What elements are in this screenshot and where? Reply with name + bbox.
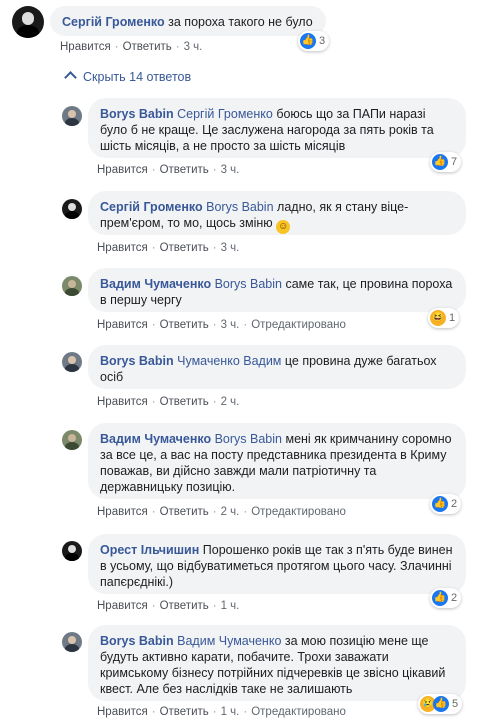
like-button[interactable]: Нравится	[97, 506, 148, 518]
smile-emoji-icon: ☺	[276, 220, 291, 234]
reply-button[interactable]: Ответить	[160, 242, 209, 254]
reply-button[interactable]: Ответить	[160, 600, 209, 612]
comment-author[interactable]: Вадим Чумаченко	[100, 432, 211, 446]
comment-actions: Нравится · Ответить · 1 ч. · Отредактировано	[97, 706, 346, 718]
reaction-count[interactable]: 👍 7	[430, 152, 462, 172]
like-button[interactable]: Нравится	[97, 706, 148, 718]
comment-bubble: Вадим Чумаченко Borys Babin мені як крим…	[88, 423, 466, 499]
comment-author[interactable]: Borys Babin	[100, 354, 174, 368]
reply-button[interactable]: Ответить	[160, 396, 209, 408]
comment-time[interactable]: 3 ч.	[221, 319, 240, 331]
like-button[interactable]: Нравится	[97, 164, 148, 176]
comment-actions: Нравится · Ответить · 3 ч.	[60, 41, 203, 53]
comment-time[interactable]: 1 ч.	[221, 706, 240, 718]
avatar[interactable]	[12, 6, 44, 38]
comment-mention[interactable]: Сергій Громенко	[177, 107, 273, 121]
comment-time[interactable]: 2 ч.	[221, 506, 240, 518]
comment-bubble: Сергій Громенко Borys Babin ладно, як я …	[88, 191, 466, 235]
comment-author[interactable]: Borys Babin	[100, 634, 174, 648]
like-button[interactable]: Нравится	[60, 41, 111, 53]
comment-bubble: Вадим Чумаченко Borys Babin саме так, це…	[88, 268, 466, 312]
edited-label[interactable]: Отредактировано	[251, 506, 346, 518]
comment-time[interactable]: 2 ч.	[221, 396, 240, 408]
avatar[interactable]	[62, 352, 82, 372]
comment-mention[interactable]: Чумаченко Вадим	[177, 354, 281, 368]
comment-time[interactable]: 3 ч.	[184, 41, 203, 53]
avatar[interactable]	[62, 430, 82, 450]
comment-author[interactable]: Borys Babin	[100, 107, 174, 121]
comment-author[interactable]: Сергій Громенко	[100, 200, 203, 214]
comment-actions: Нравится · Ответить · 3 ч.	[97, 242, 240, 254]
like-button[interactable]: Нравится	[97, 600, 148, 612]
avatar[interactable]	[62, 541, 82, 561]
comment-mention[interactable]: Вадим Чумаченко	[177, 634, 281, 648]
comment-time[interactable]: 3 ч.	[221, 164, 240, 176]
comment-author[interactable]: Сергій Громенко	[62, 15, 165, 29]
comment-time[interactable]: 3 ч.	[221, 242, 240, 254]
reply-button[interactable]: Ответить	[160, 706, 209, 718]
like-icon: 👍	[432, 496, 448, 512]
reply-button[interactable]: Ответить	[123, 41, 172, 53]
avatar[interactable]	[62, 276, 82, 296]
comment-bubble: Borys Babin Сергій Громенко боюсь що за …	[88, 98, 466, 158]
avatar[interactable]	[62, 199, 82, 219]
avatar[interactable]	[62, 106, 82, 126]
hide-replies-link[interactable]: Скрыть 14 ответов	[64, 70, 191, 84]
reply-button[interactable]: Ответить	[160, 506, 209, 518]
reaction-count[interactable]: 👍 3	[298, 31, 330, 51]
reaction-count[interactable]: 👍 2	[430, 494, 462, 514]
comment-bubble: Орест Ільчишин Порошенко років ще так з …	[88, 534, 466, 594]
reaction-count[interactable]: 😢 👍 5	[418, 694, 463, 714]
comment-mention[interactable]: Borys Babin	[215, 277, 282, 291]
comment-bubble: Сергій Громенко за пороха такого не було	[50, 6, 326, 36]
comment-author[interactable]: Орест Ільчишин	[100, 543, 199, 557]
comment-bubble: Borys Babin Вадим Чумаченко за мою позиц…	[88, 625, 466, 701]
comment-actions: Нравится · Ответить · 1 ч.	[97, 600, 240, 612]
comment-actions: Нравится · Ответить · 2 ч. · Отредактировано	[97, 506, 346, 518]
avatar[interactable]	[62, 632, 82, 652]
edited-label[interactable]: Отредактировано	[251, 319, 346, 331]
comment-mention[interactable]: Borys Babin	[206, 200, 273, 214]
like-button[interactable]: Нравится	[97, 242, 148, 254]
like-button[interactable]: Нравится	[97, 319, 148, 331]
like-icon: 👍	[300, 33, 316, 49]
edited-label[interactable]: Отредактировано	[251, 706, 346, 718]
like-button[interactable]: Нравится	[97, 396, 148, 408]
reply-button[interactable]: Ответить	[160, 319, 209, 331]
comment-actions: Нравится · Ответить · 3 ч. · Отредактировано	[97, 319, 346, 331]
comment-text: за пороха такого не було	[168, 15, 313, 29]
reply-button[interactable]: Ответить	[160, 164, 209, 176]
reaction-count[interactable]: 😆 1	[428, 308, 460, 328]
like-icon: 👍	[432, 154, 448, 170]
like-icon: 👍	[432, 590, 448, 606]
comment-bubble: Borys Babin Чумаченко Вадим це провина д…	[88, 345, 466, 389]
comment-actions: Нравится · Ответить · 3 ч.	[97, 164, 240, 176]
reaction-count[interactable]: 👍 2	[430, 588, 462, 608]
haha-icon: 😆	[430, 310, 446, 326]
like-icon: 👍	[433, 696, 449, 712]
comment-time[interactable]: 1 ч.	[221, 600, 240, 612]
comment-author[interactable]: Вадим Чумаченко	[100, 277, 211, 291]
comment-mention[interactable]: Borys Babin	[215, 432, 282, 446]
comment-actions: Нравится · Ответить · 2 ч.	[97, 396, 240, 408]
chevron-up-icon	[64, 71, 77, 84]
